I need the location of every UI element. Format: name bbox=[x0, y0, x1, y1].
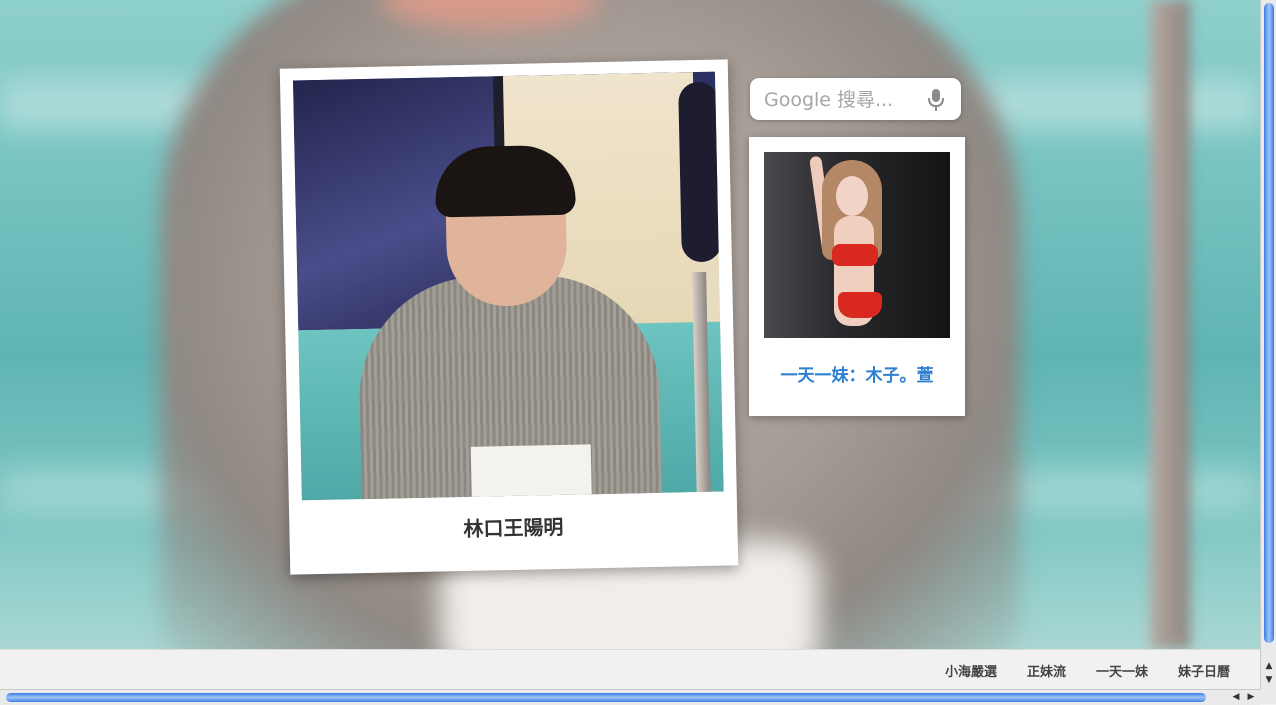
scroll-left-arrow-icon[interactable]: ◀ bbox=[1230, 691, 1242, 703]
resize-corner[interactable] bbox=[1260, 689, 1276, 704]
microphone-icon[interactable] bbox=[928, 89, 944, 111]
scroll-down-arrow-icon[interactable]: ▼ bbox=[1263, 674, 1275, 686]
featured-polaroid[interactable]: 一天一妹：木子。萱 bbox=[749, 137, 965, 416]
footer-link-zhengmeiliu[interactable]: 正妹流 bbox=[1027, 661, 1066, 680]
vertical-scrollbar[interactable]: ▲ ▼ bbox=[1260, 0, 1276, 689]
main-photo-caption: 林口王陽明 bbox=[463, 514, 564, 541]
main-polaroid[interactable]: 林口王陽明 bbox=[279, 59, 739, 575]
vertical-scroll-thumb[interactable] bbox=[1264, 3, 1274, 643]
footer-bar: 小海嚴選 正妹流 一天一妹 妹子日曆 bbox=[0, 649, 1260, 690]
footer-links: 小海嚴選 正妹流 一天一妹 妹子日曆 bbox=[945, 661, 1230, 680]
scroll-right-arrow-icon[interactable]: ▶ bbox=[1245, 691, 1257, 703]
footer-link-xiaohai-picks[interactable]: 小海嚴選 bbox=[945, 661, 997, 680]
horizontal-scroll-thumb[interactable] bbox=[6, 693, 1206, 702]
footer-link-girl-calendar[interactable]: 妹子日曆 bbox=[1178, 661, 1230, 680]
featured-photo-image[interactable] bbox=[764, 152, 950, 338]
search-input[interactable] bbox=[762, 84, 926, 116]
google-search-box[interactable] bbox=[750, 78, 961, 120]
scroll-up-arrow-icon[interactable]: ▲ bbox=[1263, 660, 1275, 672]
footer-link-daily-girl[interactable]: 一天一妹 bbox=[1096, 661, 1148, 680]
main-photo-image[interactable] bbox=[292, 71, 724, 501]
featured-caption-link[interactable]: 一天一妹：木子。萱 bbox=[749, 361, 965, 386]
horizontal-scrollbar[interactable]: ◀ ▶ bbox=[0, 689, 1260, 705]
